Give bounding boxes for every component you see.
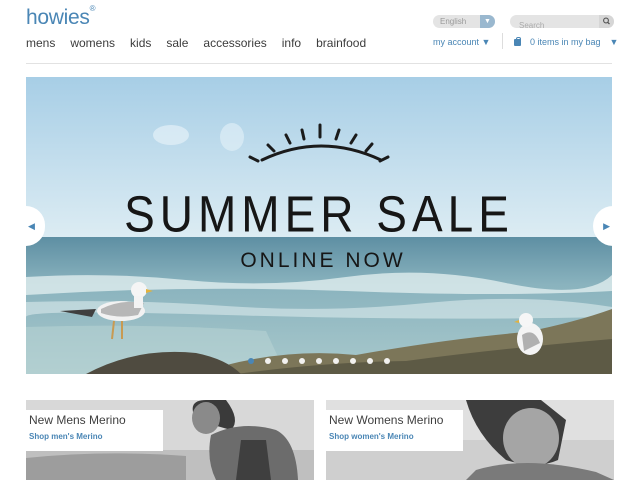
carousel-dot[interactable] [299,358,305,364]
carousel-dot[interactable] [333,358,339,364]
search-box [510,15,614,32]
promo-mens-label: New Mens Merino Shop men's Merino [26,410,163,451]
nav-item-womens[interactable]: womens [70,36,115,50]
bag-count-label: 0 items in my bag [530,37,601,47]
hero-headline: SUMMER SALE [124,186,514,243]
carousel-dot[interactable] [316,358,322,364]
nav-item-brainfood[interactable]: brainfood [316,36,366,50]
hero-subline: ONLINE NOW [240,249,405,272]
promo-mens-title: New Mens Merino [29,413,126,427]
carousel-dot[interactable] [282,358,288,364]
carousel-dot[interactable] [248,358,254,364]
site-logo[interactable]: howies® [26,4,96,30]
search-input[interactable] [510,19,599,32]
chevron-left-icon: ◀ [28,220,35,231]
chevron-right-icon: ▶ [603,220,610,231]
hero-carousel[interactable]: SUMMER SALE ONLINE NOW [26,77,612,374]
chevron-down-icon: ▼ [481,37,491,47]
carousel-dot[interactable] [384,358,390,364]
promo-womens-title: New Womens Merino [329,413,444,427]
my-account-menu[interactable]: my account ▼ [433,37,490,47]
carousel-dot[interactable] [367,358,373,364]
nav-item-accessories[interactable]: accessories [203,36,266,50]
hero-image: SUMMER SALE ONLINE NOW [26,77,612,374]
header-rule [26,63,612,64]
carousel-dot[interactable] [350,358,356,364]
chevron-down-icon: ▼ [480,15,495,28]
bag-icon [514,36,521,46]
search-icon[interactable] [599,15,614,28]
nav-item-info[interactable]: info [282,36,301,50]
logo-text: howies [26,6,90,29]
carousel-dot[interactable] [265,358,271,364]
my-account-label: my account [433,37,480,47]
chevron-down-icon: ▼ [609,37,619,47]
registered-mark: ® [89,4,96,13]
header-divider [502,33,503,49]
promo-womens-label: New Womens Merino Shop women's Merino [326,410,463,451]
language-value: English [440,17,467,26]
promo-mens-link[interactable]: Shop men's Merino [29,432,153,441]
promo-womens-link[interactable]: Shop women's Merino [329,432,453,441]
shopping-bag[interactable]: 0 items in my bag ▼ [514,36,619,47]
promo-womens-merino[interactable]: New Womens Merino Shop women's Merino [326,400,614,480]
promo-mens-merino[interactable]: New Mens Merino Shop men's Merino [26,400,314,480]
language-select[interactable]: English ▼ [433,15,495,28]
nav-item-sale[interactable]: sale [166,36,188,50]
main-nav: mens womens kids sale accessories info b… [26,36,366,50]
carousel-pagination [248,358,390,364]
nav-item-mens[interactable]: mens [26,36,55,50]
nav-item-kids[interactable]: kids [130,36,151,50]
